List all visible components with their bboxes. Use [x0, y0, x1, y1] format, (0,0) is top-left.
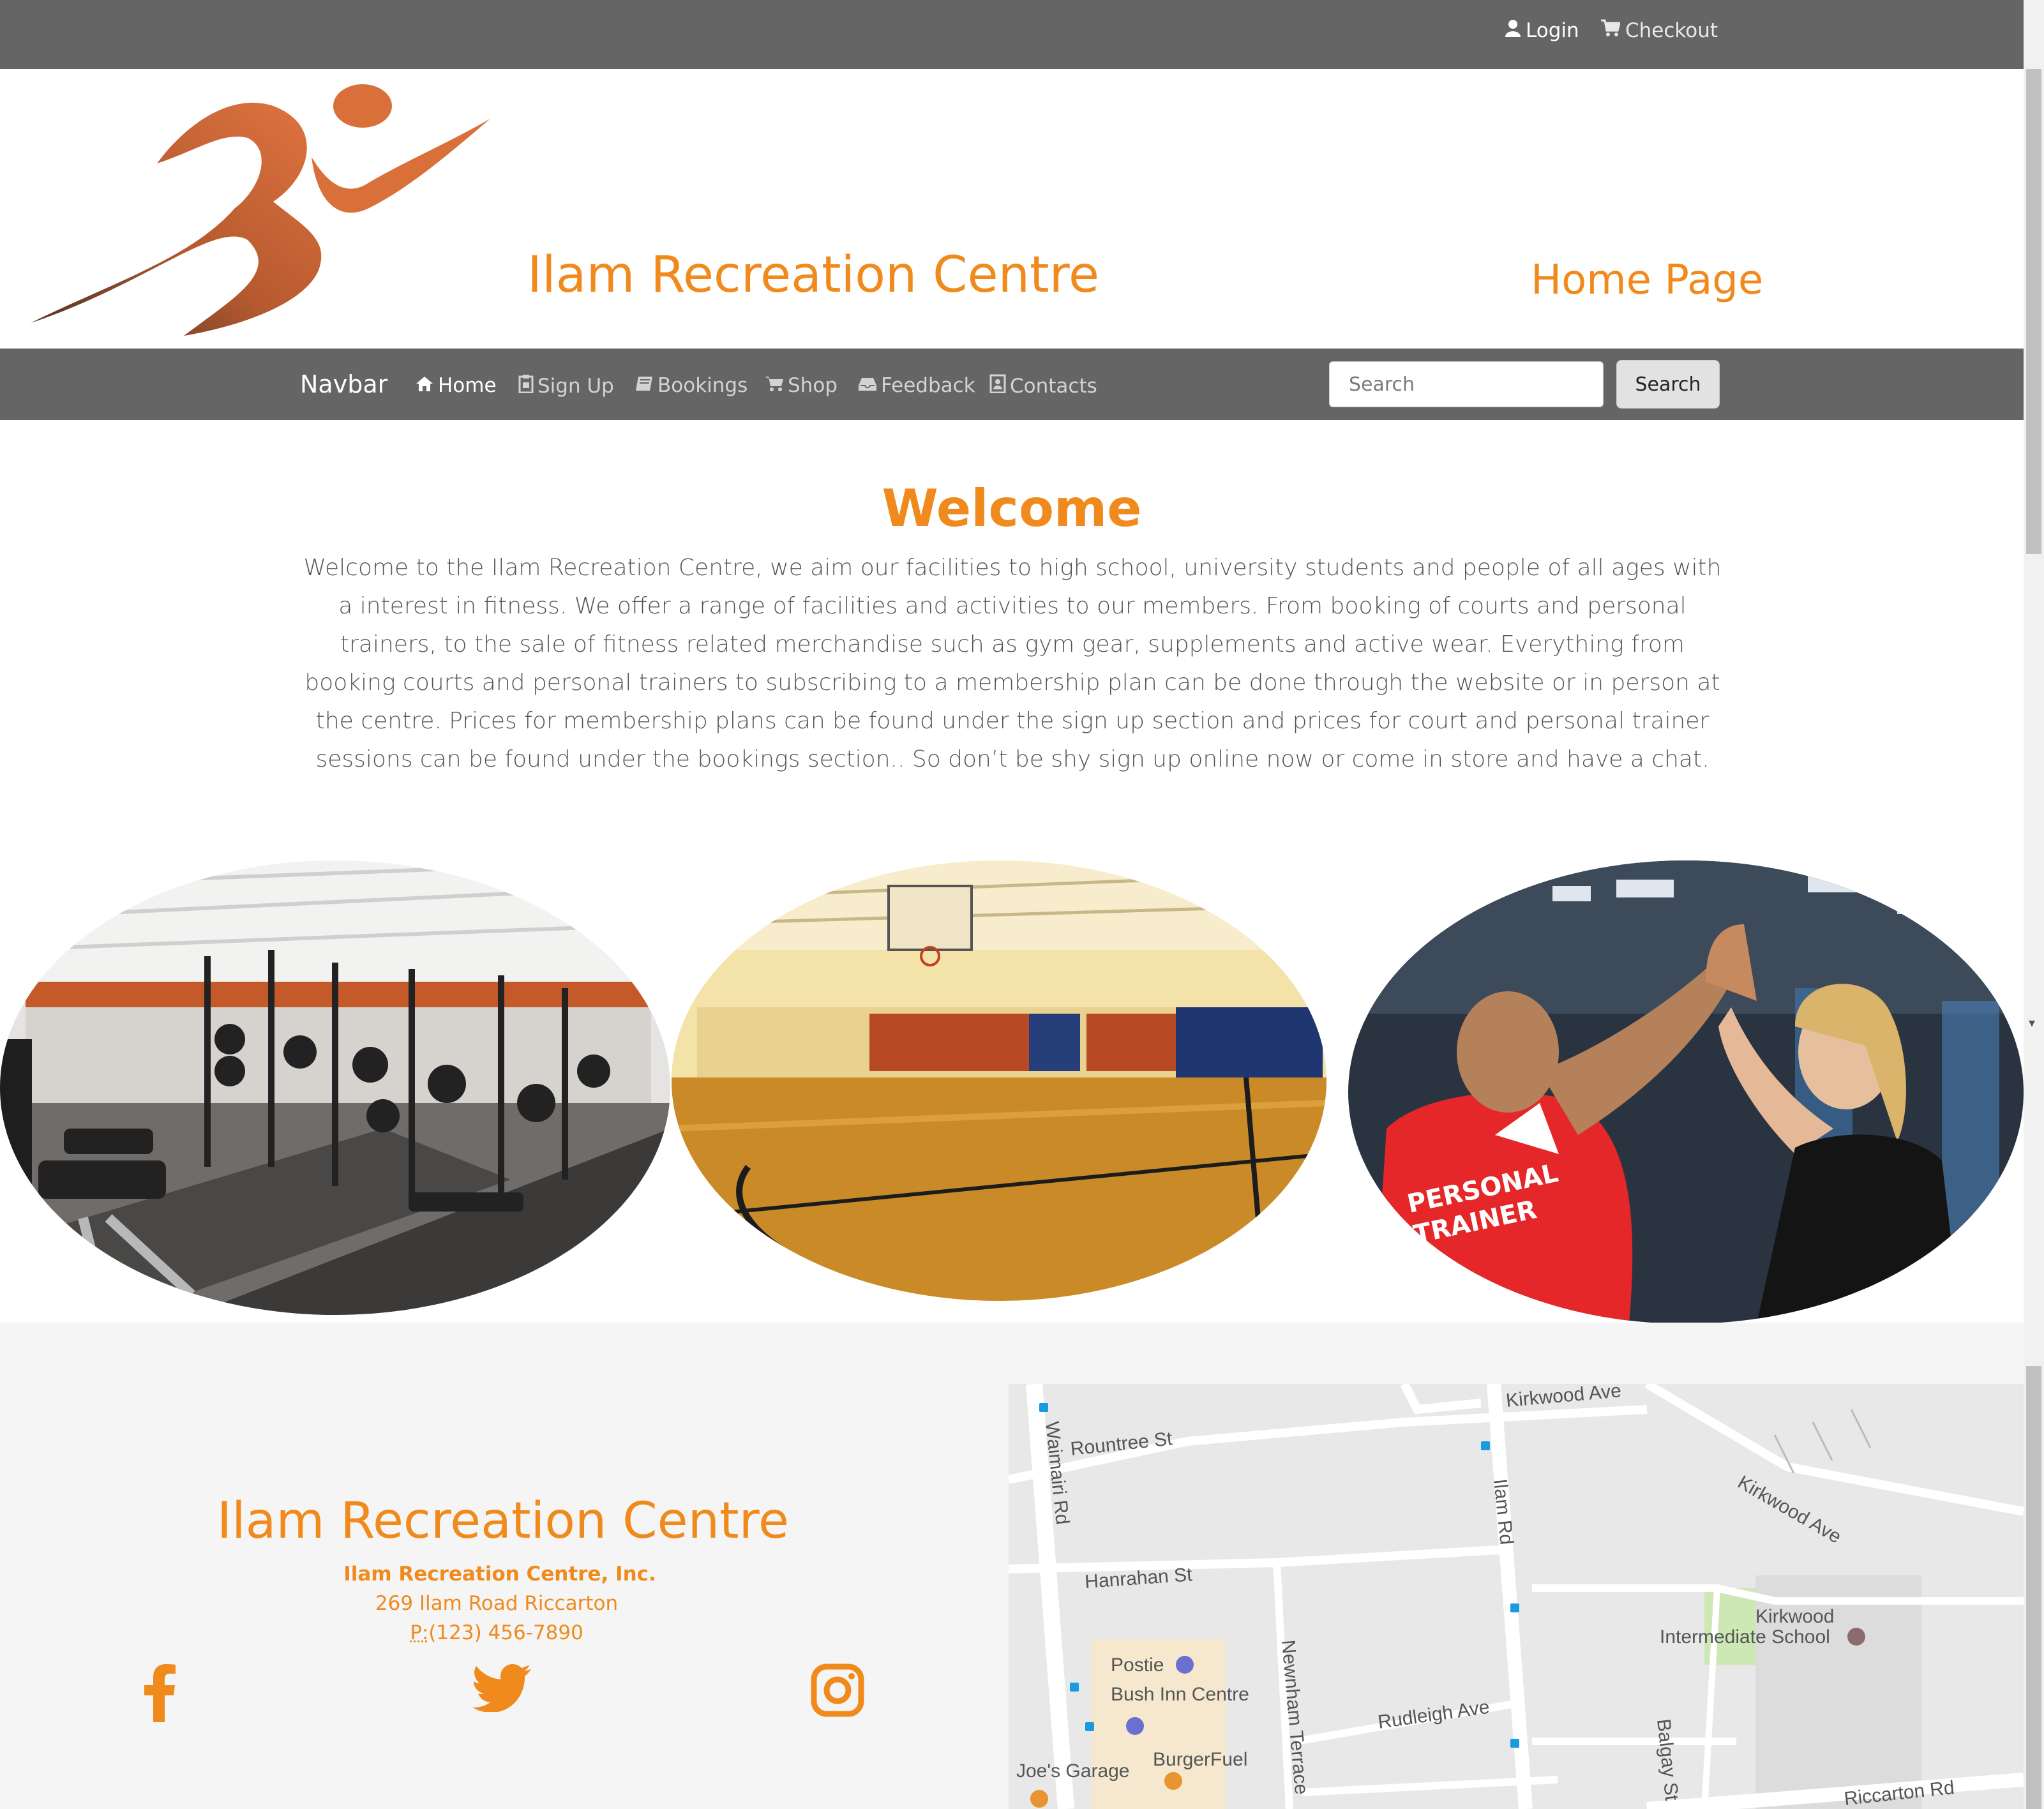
- nav-home-label: Home: [438, 374, 497, 397]
- nav-feedback-label: Feedback: [881, 374, 975, 397]
- user-icon: [1505, 19, 1521, 42]
- personal-trainer-photo: PERSONAL TRAINER: [1348, 860, 2024, 1324]
- home-icon: [415, 374, 434, 397]
- runner-logo: [31, 80, 497, 345]
- cart-icon: [765, 374, 784, 397]
- facebook-icon[interactable]: [142, 1663, 177, 1725]
- scrollbar-thumb[interactable]: [2026, 69, 2041, 554]
- shopping-icon: [1126, 1717, 1144, 1735]
- scrollbar[interactable]: ▾: [2024, 0, 2044, 1809]
- restaurant-icon: [1164, 1772, 1182, 1790]
- contact-icon: [989, 374, 1006, 398]
- welcome-text: Welcome to the Ilam Recreation Centre, w…: [303, 555, 1722, 772]
- nav-bookings-label: Bookings: [658, 374, 748, 397]
- footer-title: Ilam Recreation Centre: [217, 1492, 789, 1550]
- nav-item-contacts[interactable]: Contacts: [989, 374, 1097, 398]
- nav-item-sign-up[interactable]: Sign Up: [518, 374, 614, 398]
- footer-company: Ilam Recreation Centre, Inc.: [343, 1563, 656, 1586]
- welcome-heading: Welcome: [882, 479, 1142, 538]
- search-button[interactable]: Search: [1616, 360, 1720, 409]
- footer-address: 269 Ilam Road Riccarton: [375, 1592, 619, 1615]
- scroll-down-arrow-icon[interactable]: ▾: [2029, 1015, 2035, 1030]
- nav-shop-label: Shop: [788, 374, 838, 397]
- footer: Ilam Recreation Centre Ilam Recreation C…: [0, 1323, 2024, 1809]
- nav-contacts-label: Contacts: [1010, 375, 1097, 398]
- map-label-kirkwood-school-2: Intermediate School: [1660, 1626, 1830, 1648]
- clipboard-icon: [518, 374, 534, 398]
- nav-item-feedback[interactable]: Feedback: [858, 374, 975, 397]
- map-label-bush-inn-centre: Bush Inn Centre: [1111, 1684, 1249, 1705]
- brand-title: Ilam Recreation Centre: [527, 246, 1099, 304]
- twitter-icon[interactable]: [472, 1663, 531, 1715]
- map-label-burgerfuel: BurgerFuel: [1153, 1749, 1247, 1770]
- checkout-label: Checkout: [1625, 19, 1718, 42]
- book-icon: [635, 374, 654, 397]
- map-label-postie: Postie: [1111, 1655, 1164, 1676]
- restaurant-icon: [1030, 1790, 1048, 1808]
- navbar-brand[interactable]: Navbar: [300, 370, 387, 398]
- map-label-kirkwood-school-1: Kirkwood: [1755, 1606, 1834, 1627]
- checkout-link[interactable]: Checkout: [1601, 19, 1718, 42]
- shopping-icon: [1176, 1656, 1194, 1674]
- nav-item-bookings[interactable]: Bookings: [635, 374, 748, 397]
- map-label-joes-garage: Joe's Garage: [1016, 1760, 1130, 1782]
- footer-phone: P:(123) 456-7890: [0, 1621, 993, 1644]
- nav-item-home[interactable]: Home: [415, 374, 497, 397]
- inbox-icon: [858, 374, 877, 397]
- school-icon: [1847, 1628, 1865, 1646]
- page-title: Home Page: [1531, 257, 1764, 304]
- navbar: Navbar Home Sign Up Bookings Shop Feedba…: [0, 349, 2024, 420]
- phone-number: (123) 456-7890: [428, 1621, 583, 1644]
- cart-icon: [1601, 19, 1621, 42]
- header: Ilam Recreation Centre Home Page: [0, 69, 2024, 349]
- basketball-court-photo: [672, 860, 1326, 1301]
- phone-prefix: P:: [410, 1621, 429, 1644]
- scrollbar-thumb-lower[interactable]: [2026, 1366, 2041, 1809]
- login-link[interactable]: Login: [1505, 19, 1579, 42]
- nav-sign-up-label: Sign Up: [537, 375, 614, 398]
- nav-item-shop[interactable]: Shop: [765, 374, 838, 397]
- instagram-icon[interactable]: [811, 1663, 864, 1720]
- search-input[interactable]: [1329, 361, 1604, 407]
- top-bar: Login Checkout: [0, 0, 2024, 69]
- login-label: Login: [1526, 19, 1579, 42]
- google-map[interactable]: Kirkwood Ave Rountree St Waimairi Rd Ila…: [1009, 1384, 2024, 1809]
- gym-photo: [0, 860, 670, 1315]
